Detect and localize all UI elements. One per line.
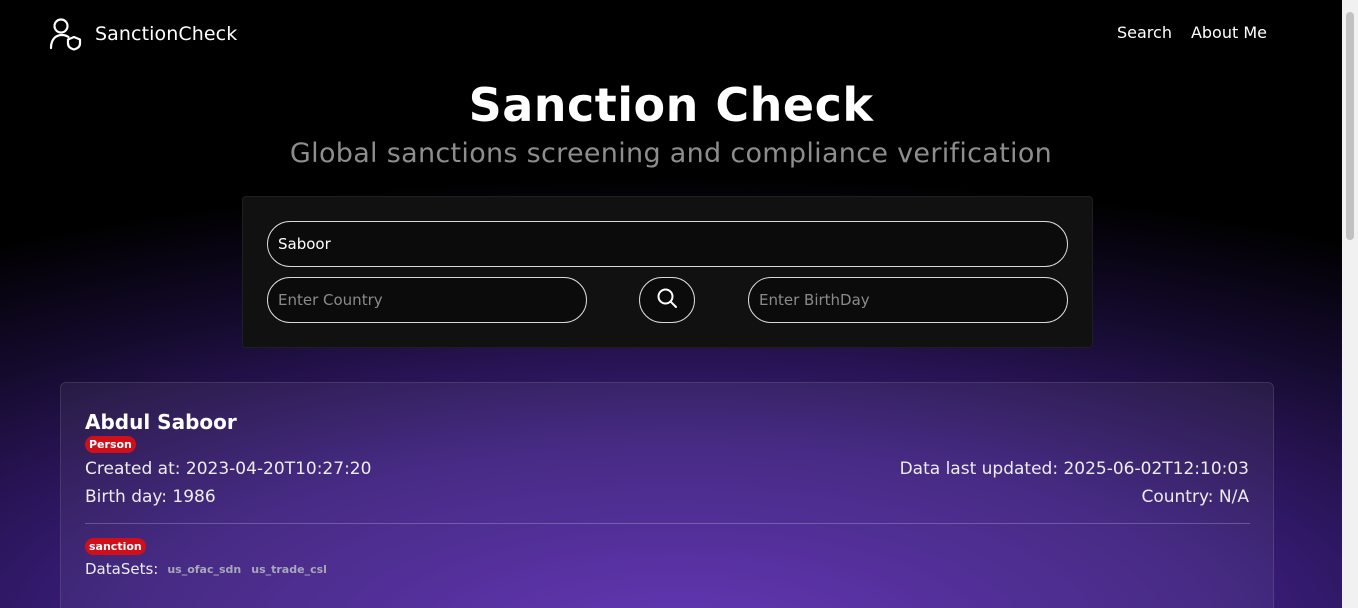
- result-card[interactable]: Abdul Saboor Person Created at: 2023-04-…: [60, 382, 1274, 608]
- country-input[interactable]: [267, 277, 587, 323]
- datasets-label: DataSets:: [85, 560, 159, 578]
- result-name: Abdul Saboor: [85, 410, 237, 434]
- scrollbar-thumb[interactable]: [1346, 12, 1354, 240]
- brand-name: SanctionCheck: [95, 23, 238, 45]
- search-icon: [656, 287, 678, 313]
- divider: [85, 523, 1250, 524]
- nav-search-link[interactable]: Search: [1117, 23, 1172, 42]
- nav-about-link[interactable]: About Me: [1191, 23, 1267, 42]
- dataset-tag: us_ofac_sdn: [167, 562, 242, 576]
- birth-day: Birth day: 1986: [85, 487, 216, 507]
- entity-type-badge: Person: [85, 436, 136, 453]
- page-title: Sanction Check: [468, 78, 874, 132]
- page-scrollbar[interactable]: [1342, 0, 1358, 608]
- main-nav: Search About Me: [1117, 23, 1267, 42]
- user-shield-icon: [49, 17, 83, 51]
- birthday-input[interactable]: [748, 277, 1068, 323]
- search-panel: [242, 196, 1093, 348]
- page-subtitle: Global sanctions screening and complianc…: [289, 138, 1053, 169]
- topic-badge: sanction: [85, 538, 146, 555]
- data-last-updated: Data last updated: 2025-06-02T12:10:03: [899, 459, 1249, 479]
- datasets-row: DataSets: us_ofac_sdn us_trade_csl: [85, 560, 328, 578]
- country: Country: N/A: [1141, 487, 1249, 507]
- brand-logo-link[interactable]: SanctionCheck: [49, 17, 237, 51]
- dataset-tag: us_trade_csl: [251, 562, 327, 576]
- search-button[interactable]: [639, 277, 695, 323]
- name-search-input[interactable]: [267, 221, 1068, 267]
- created-at: Created at: 2023-04-20T10:27:20: [85, 459, 372, 479]
- top-navbar: SanctionCheck Search About Me: [0, 0, 1342, 66]
